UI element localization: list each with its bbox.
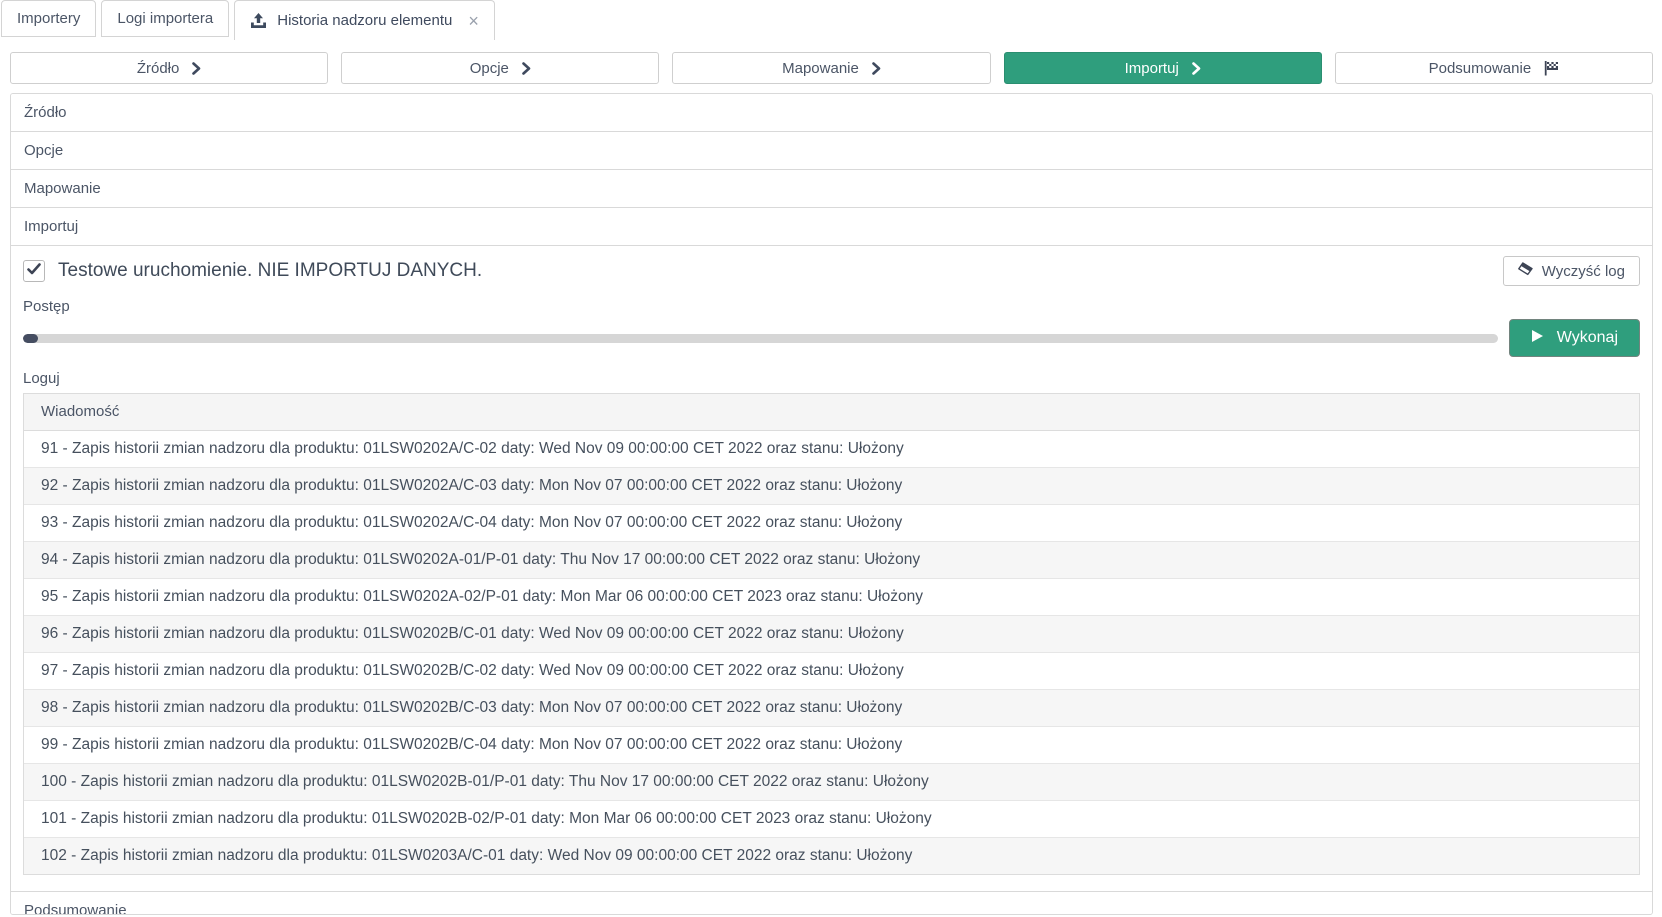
progress-row: Wykonaj	[23, 319, 1640, 357]
progress-value	[23, 334, 38, 343]
tab-bar: Importery Logi importera Historia nadzor…	[0, 0, 1662, 40]
checkmark-icon	[27, 262, 41, 280]
test-run-checkbox[interactable]	[23, 260, 45, 282]
step-importuj-button[interactable]: Importuj	[1004, 52, 1322, 84]
step-label: Opcje	[470, 60, 509, 77]
tab-label: Historia nadzoru elementu	[277, 12, 452, 29]
step-label: Importuj	[1125, 60, 1179, 77]
step-label: Źródło	[137, 60, 180, 77]
step-mapowanie-button[interactable]: Mapowanie	[672, 52, 990, 84]
log-row[interactable]: 94 - Zapis historii zmian nadzoru dla pr…	[24, 542, 1639, 579]
step-zrodlo-button[interactable]: Źródło	[10, 52, 328, 84]
step-label: Podsumowanie	[1429, 60, 1532, 77]
log-row[interactable]: 93 - Zapis historii zmian nadzoru dla pr…	[24, 505, 1639, 542]
progress-label: Postęp	[23, 298, 1640, 315]
log-row[interactable]: 100 - Zapis historii zmian nadzoru dla p…	[24, 764, 1639, 801]
step-label: Mapowanie	[782, 60, 859, 77]
test-run-row: Testowe uruchomienie. NIE IMPORTUJ DANYC…	[23, 256, 1640, 286]
tab-label: Logi importera	[117, 10, 213, 27]
accordion-header-mapowanie[interactable]: Mapowanie	[11, 170, 1652, 208]
log-row[interactable]: 99 - Zapis historii zmian nadzoru dla pr…	[24, 727, 1639, 764]
importuj-section-content: Testowe uruchomienie. NIE IMPORTUJ DANYC…	[11, 246, 1652, 891]
execute-label: Wykonaj	[1557, 329, 1618, 347]
accordion-header-zrodlo[interactable]: Źródło	[11, 94, 1652, 132]
chevron-right-icon	[192, 62, 201, 75]
upload-icon	[250, 13, 267, 29]
test-run-label: Testowe uruchomienie. NIE IMPORTUJ DANYC…	[58, 260, 482, 282]
log-row[interactable]: 98 - Zapis historii zmian nadzoru dla pr…	[24, 690, 1639, 727]
progress-bar	[23, 334, 1498, 343]
log-table-header: Wiadomość	[24, 394, 1639, 431]
chevron-right-icon	[872, 62, 881, 75]
execute-button[interactable]: Wykonaj	[1509, 319, 1640, 357]
play-icon	[1531, 329, 1544, 348]
log-row[interactable]: 102 - Zapis historii zmian nadzoru dla p…	[24, 838, 1639, 874]
wizard-steps: Źródło Opcje Mapowanie Importuj Podsumow…	[10, 52, 1653, 84]
log-table-body: 91 - Zapis historii zmian nadzoru dla pr…	[24, 431, 1639, 874]
finish-flag-icon	[1544, 60, 1559, 76]
log-row[interactable]: 97 - Zapis historii zmian nadzoru dla pr…	[24, 653, 1639, 690]
chevron-right-icon	[522, 62, 531, 75]
tab-logi-importera[interactable]: Logi importera	[101, 0, 229, 37]
close-icon[interactable]: ×	[468, 12, 479, 30]
clear-log-label: Wyczyść log	[1542, 263, 1625, 280]
accordion-header-importuj[interactable]: Importuj	[11, 208, 1652, 246]
log-label: Loguj	[23, 370, 1640, 387]
tab-importery[interactable]: Importery	[1, 0, 96, 37]
chevron-right-icon	[1192, 62, 1201, 75]
clear-log-button[interactable]: Wyczyść log	[1503, 256, 1640, 286]
tab-label: Importery	[17, 10, 80, 27]
accordion-header-podsumowanie[interactable]: Podsumowanie	[11, 891, 1652, 915]
eraser-icon	[1518, 262, 1533, 280]
log-table: Wiadomość 91 - Zapis historii zmian nadz…	[23, 393, 1640, 875]
tab-historia-nadzoru-elementu[interactable]: Historia nadzoru elementu ×	[234, 0, 495, 40]
log-row[interactable]: 96 - Zapis historii zmian nadzoru dla pr…	[24, 616, 1639, 653]
step-podsumowanie-button[interactable]: Podsumowanie	[1335, 52, 1653, 84]
log-row[interactable]: 101 - Zapis historii zmian nadzoru dla p…	[24, 801, 1639, 838]
test-run-option: Testowe uruchomienie. NIE IMPORTUJ DANYC…	[23, 260, 482, 282]
wizard-accordion-panel: Źródło Opcje Mapowanie Importuj Testowe …	[10, 93, 1653, 915]
log-row[interactable]: 95 - Zapis historii zmian nadzoru dla pr…	[24, 579, 1639, 616]
log-row[interactable]: 91 - Zapis historii zmian nadzoru dla pr…	[24, 431, 1639, 468]
step-opcje-button[interactable]: Opcje	[341, 52, 659, 84]
log-row[interactable]: 92 - Zapis historii zmian nadzoru dla pr…	[24, 468, 1639, 505]
accordion-header-opcje[interactable]: Opcje	[11, 132, 1652, 170]
